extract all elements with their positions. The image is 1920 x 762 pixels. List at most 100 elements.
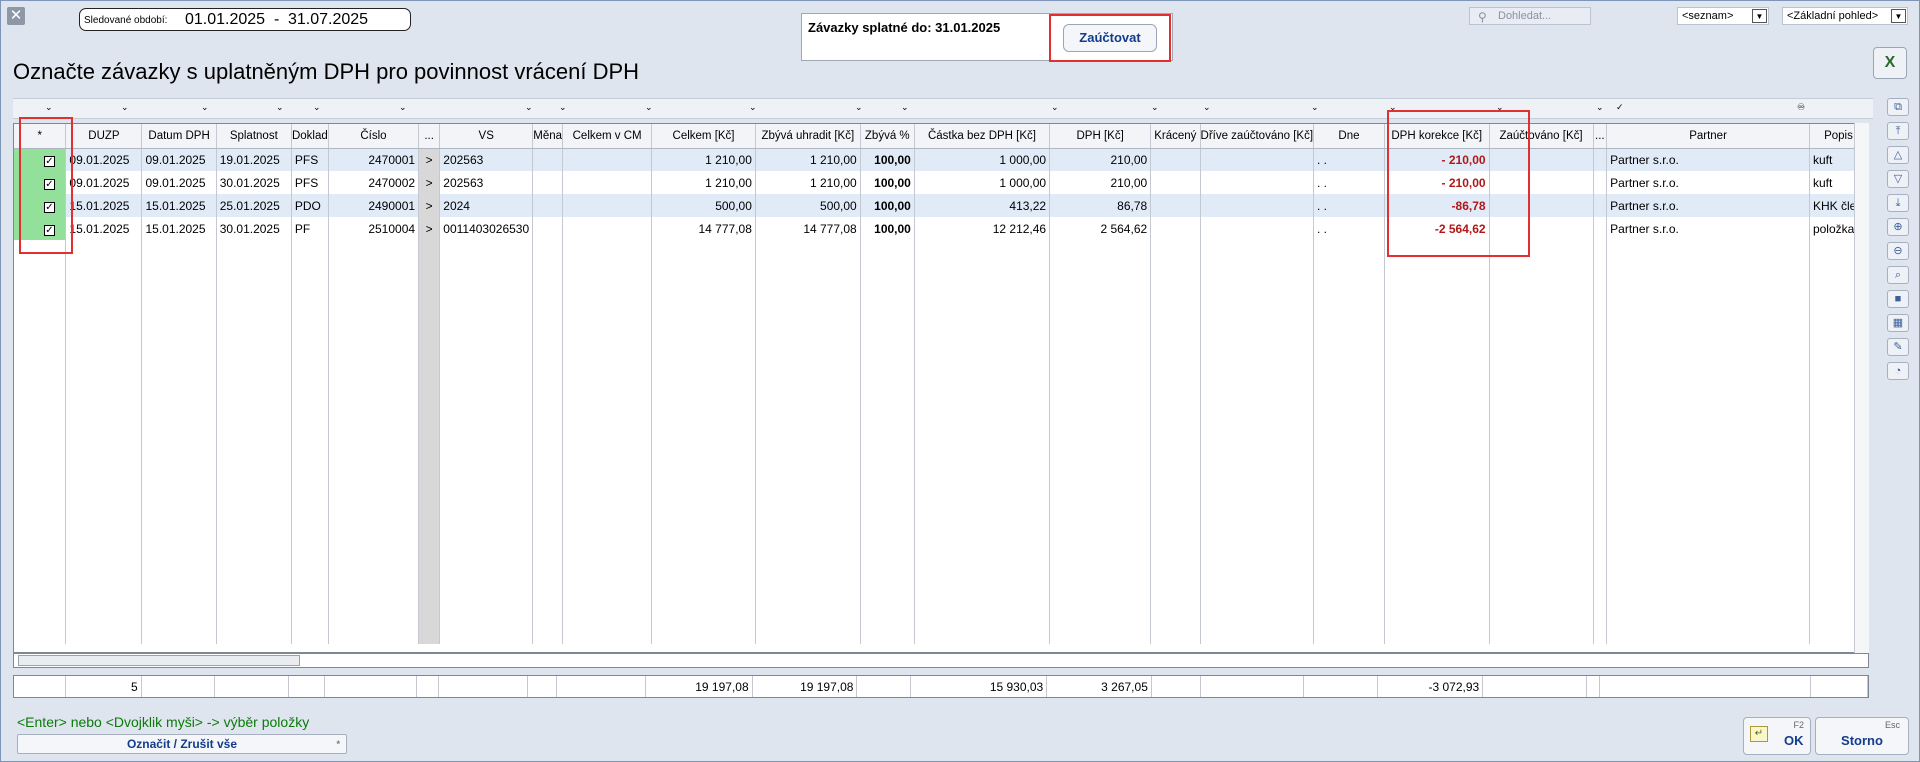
row-detail-arrow[interactable]: > (418, 194, 441, 217)
filter-chevron-icon[interactable]: ⌄ (121, 102, 129, 113)
next-record-icon[interactable]: ▽ (1887, 170, 1909, 188)
vat-correction-highlight (1387, 110, 1530, 257)
cell-zbyva: 1 210,00 (755, 171, 861, 194)
column-header[interactable]: Krácený (1150, 124, 1201, 149)
ok-button[interactable]: ↵ F2 OK (1743, 717, 1811, 755)
vertical-scrollbar[interactable] (1854, 123, 1869, 653)
prev-record-icon[interactable]: △ (1887, 146, 1909, 164)
copy-icon[interactable]: ⧉ (1887, 98, 1909, 116)
filter-chevron-icon[interactable]: ⌄ (1596, 102, 1604, 113)
totals-row: 5 19 197,08 19 197,08 15 930,03 3 267,05… (13, 675, 1869, 698)
filter-chevron-icon[interactable]: ⌄ (855, 102, 863, 113)
column-header[interactable]: Celkem [Kč] (651, 124, 756, 149)
cell-splatnost: 30.01.2025 (216, 171, 292, 194)
filter-chevron-icon[interactable]: ⌄ (1311, 102, 1319, 113)
cell-mena (532, 171, 564, 194)
filter-clear-icon[interactable]: ♾ (1797, 102, 1805, 113)
total-zbyva: 19 197,08 (752, 676, 858, 697)
table-row[interactable]: ✓ 15.01.2025 15.01.2025 30.01.2025 PF 25… (14, 217, 1868, 240)
zoom-in-icon[interactable]: ⊕ (1887, 218, 1909, 236)
filter-chevron-icon[interactable]: ⌄ (45, 102, 53, 113)
column-header[interactable]: Částka bez DPH [Kč] (914, 124, 1051, 149)
close-button[interactable]: ✕ (7, 7, 25, 25)
row-detail-arrow[interactable]: > (418, 171, 441, 194)
column-header[interactable]: Dne (1313, 124, 1385, 149)
mark-all-button[interactable]: Označit / Zrušit vše * (17, 734, 347, 754)
filter-chevron-icon[interactable]: ⌄ (1051, 102, 1059, 113)
column-header[interactable]: Číslo (328, 124, 420, 149)
filter-chevron-icon[interactable]: ⌄ (901, 102, 909, 113)
last-record-icon[interactable]: ⤓ (1887, 194, 1909, 212)
cell-extra (1593, 217, 1608, 240)
cell-vs: 202563 (439, 148, 534, 171)
list-select-value: <seznam> (1682, 10, 1734, 22)
table-row[interactable]: ✓ 15.01.2025 15.01.2025 25.01.2025 PDO 2… (14, 194, 1868, 217)
filter-chevron-icon[interactable]: ⌄ (645, 102, 653, 113)
liabilities-grid[interactable]: * DUZP Datum DPH Splatnost Doklad Číslo … (13, 123, 1869, 653)
chart-icon[interactable]: ◔ (1887, 362, 1909, 380)
filter-chevron-icon[interactable]: ⌄ (313, 102, 321, 113)
side-toolbar: ⧉ ⤒ △ ▽ ⤓ ⊕ ⊖ ⌕ ■ ▦ ✎ ◔ (1887, 98, 1909, 386)
first-record-icon[interactable]: ⤒ (1887, 122, 1909, 140)
filter-chevron-icon[interactable]: ⌄ (276, 102, 284, 113)
table-row[interactable]: ✓ 09.01.2025 09.01.2025 19.01.2025 PFS 2… (14, 148, 1868, 171)
column-header[interactable]: VS (439, 124, 534, 149)
filter-chevron-icon[interactable]: ⌄ (525, 102, 533, 113)
period-to[interactable]: 31.07.2025 (288, 11, 368, 29)
filter-chevron-icon[interactable]: ⌄ (399, 102, 407, 113)
table-row[interactable]: ✓ 09.01.2025 09.01.2025 30.01.2025 PFS 2… (14, 171, 1868, 194)
search-input[interactable]: ⚲ Dohledat... (1469, 7, 1591, 25)
column-header[interactable]: Doklad (291, 124, 329, 149)
row-detail-arrow[interactable]: > (418, 217, 441, 240)
stop-icon[interactable]: ■ (1887, 290, 1909, 308)
cell-dph: 2 564,62 (1049, 217, 1152, 240)
column-header[interactable]: Měna (532, 124, 564, 149)
column-header[interactable]: Zbývá % (860, 124, 915, 149)
cell-datum-dph: 09.01.2025 (141, 148, 217, 171)
column-header[interactable]: Splatnost (216, 124, 292, 149)
cell-zbyva: 14 777,08 (755, 217, 861, 240)
post-button[interactable]: Zaúčtovat (1063, 24, 1157, 52)
cell-mena (532, 217, 564, 240)
excel-export-icon[interactable]: X (1873, 47, 1907, 79)
filter-chevron-icon[interactable]: ⌄ (1203, 102, 1211, 113)
chevron-down-icon[interactable]: ▼ (1891, 9, 1906, 23)
scrollbar-thumb[interactable] (18, 655, 300, 666)
cell-celkem-cm (562, 171, 653, 194)
list-select[interactable]: <seznam> ▼ (1677, 7, 1769, 25)
filter-chevron-icon[interactable]: ⌄ (559, 102, 567, 113)
period-from[interactable]: 01.01.2025 (185, 11, 265, 29)
column-header[interactable]: Zbývá uhradit [Kč] (755, 124, 861, 149)
column-header[interactable]: ... (1593, 124, 1608, 149)
tools-icon[interactable]: ✎ (1887, 338, 1909, 356)
column-header[interactable]: DPH [Kč] (1049, 124, 1152, 149)
filter-check-icon[interactable]: ✓ (1616, 102, 1624, 113)
table-icon[interactable]: ▦ (1887, 314, 1909, 332)
cell-datum-dph: 15.01.2025 (141, 217, 217, 240)
column-header[interactable]: Dříve zaúčtováno [Kč] (1200, 124, 1315, 149)
column-header[interactable]: Partner (1606, 124, 1810, 149)
column-header[interactable]: Datum DPH (141, 124, 217, 149)
zoom-out-icon[interactable]: ⊖ (1887, 242, 1909, 260)
cell-celkem-cm (562, 217, 653, 240)
cell-partner: Partner s.r.o. (1606, 148, 1810, 171)
column-header[interactable]: ... (418, 124, 441, 149)
filter-chevron-icon[interactable]: ⌄ (1151, 102, 1159, 113)
cancel-button[interactable]: Esc Storno (1815, 717, 1909, 755)
filter-chevron-icon[interactable]: ⌄ (201, 102, 209, 113)
cell-kraceny (1150, 194, 1201, 217)
column-header[interactable]: Celkem v CM (562, 124, 653, 149)
cell-doklad: PFS (291, 148, 329, 171)
search-icon[interactable]: ⌕ (1887, 266, 1909, 284)
filter-chevron-icon[interactable]: ⌄ (749, 102, 757, 113)
column-header[interactable]: DUZP (65, 124, 143, 149)
view-select-value: <Základní pohled> (1787, 10, 1879, 22)
cell-zbyva-pct: 100,00 (860, 194, 915, 217)
cell-partner: Partner s.r.o. (1606, 194, 1810, 217)
cell-extra (1593, 194, 1608, 217)
view-select[interactable]: <Základní pohled> ▼ (1782, 7, 1908, 25)
period-box[interactable]: Sledované období: 01.01.2025 - 31.07.202… (79, 8, 411, 31)
chevron-down-icon[interactable]: ▼ (1752, 9, 1767, 23)
horizontal-scrollbar[interactable] (13, 653, 1869, 668)
row-detail-arrow[interactable]: > (418, 148, 441, 171)
